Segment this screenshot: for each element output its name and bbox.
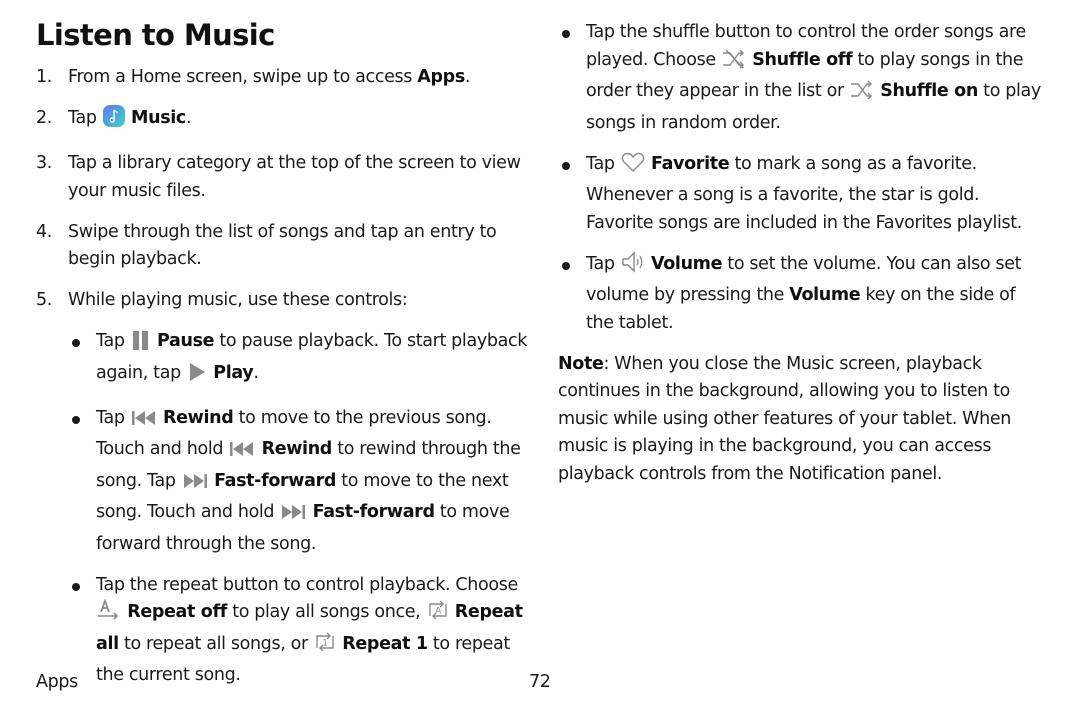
bullet-repeat: Tap the repeat button to control playbac… xyxy=(68,572,536,690)
svg-text:A: A xyxy=(435,607,442,617)
page-title: Listen to Music xyxy=(36,18,275,52)
step-number: 1. xyxy=(36,67,52,87)
step-4: 4. Swipe through the list of songs and t… xyxy=(36,219,536,274)
step-number: 5. xyxy=(36,290,52,310)
step-2: 2. Tap Music. xyxy=(36,105,536,137)
bullet-shuffle: Tap the shuffle button to control the or… xyxy=(558,19,1048,137)
shuffle-on-icon xyxy=(850,80,874,110)
note-paragraph: Note: When you close the Music screen, p… xyxy=(558,353,1011,484)
bullet-volume: Tap Volume to set the volume. You can al… xyxy=(558,250,1048,338)
step-5: 5. While playing music, use these contro… xyxy=(36,287,536,315)
repeat-one-icon: 1 xyxy=(314,631,336,663)
play-icon xyxy=(187,362,207,392)
step-1: 1. From a Home screen, swipe up to acces… xyxy=(36,64,536,92)
shuffle-off-icon xyxy=(722,49,746,79)
repeat-off-icon xyxy=(97,598,121,631)
heart-icon xyxy=(621,151,645,183)
footer-section: Apps xyxy=(36,672,78,692)
bullet-favorite: Tap Favorite to mark a song as a favorit… xyxy=(558,151,1048,238)
music-label: Music xyxy=(131,108,186,128)
step-number: 2. xyxy=(36,108,52,128)
step-3: 3. Tap a library category at the top of … xyxy=(36,150,536,205)
volume-icon xyxy=(621,250,645,283)
svg-text:1: 1 xyxy=(322,638,327,648)
fast-forward-icon xyxy=(182,472,208,500)
left-column: 1. From a Home screen, swipe up to acces… xyxy=(36,64,536,703)
bullet-rewind-fastforward: Tap Rewind to move to the previous song.… xyxy=(68,405,536,559)
note-label: Note xyxy=(558,353,604,374)
bullet-pause-play: Tap Pause to pause playback. To start pl… xyxy=(68,328,536,391)
fast-forward-icon xyxy=(280,503,306,531)
music-app-icon xyxy=(102,105,125,137)
page-number: 72 xyxy=(529,672,551,692)
right-column: Tap the shuffle button to control the or… xyxy=(558,19,1048,488)
step-number: 3. xyxy=(36,153,52,173)
rewind-icon xyxy=(229,440,255,468)
repeat-all-icon: A xyxy=(427,599,449,631)
pause-icon xyxy=(131,330,151,360)
apps-label: Apps xyxy=(417,67,465,87)
step-number: 4. xyxy=(36,221,52,242)
rewind-icon xyxy=(131,409,157,437)
